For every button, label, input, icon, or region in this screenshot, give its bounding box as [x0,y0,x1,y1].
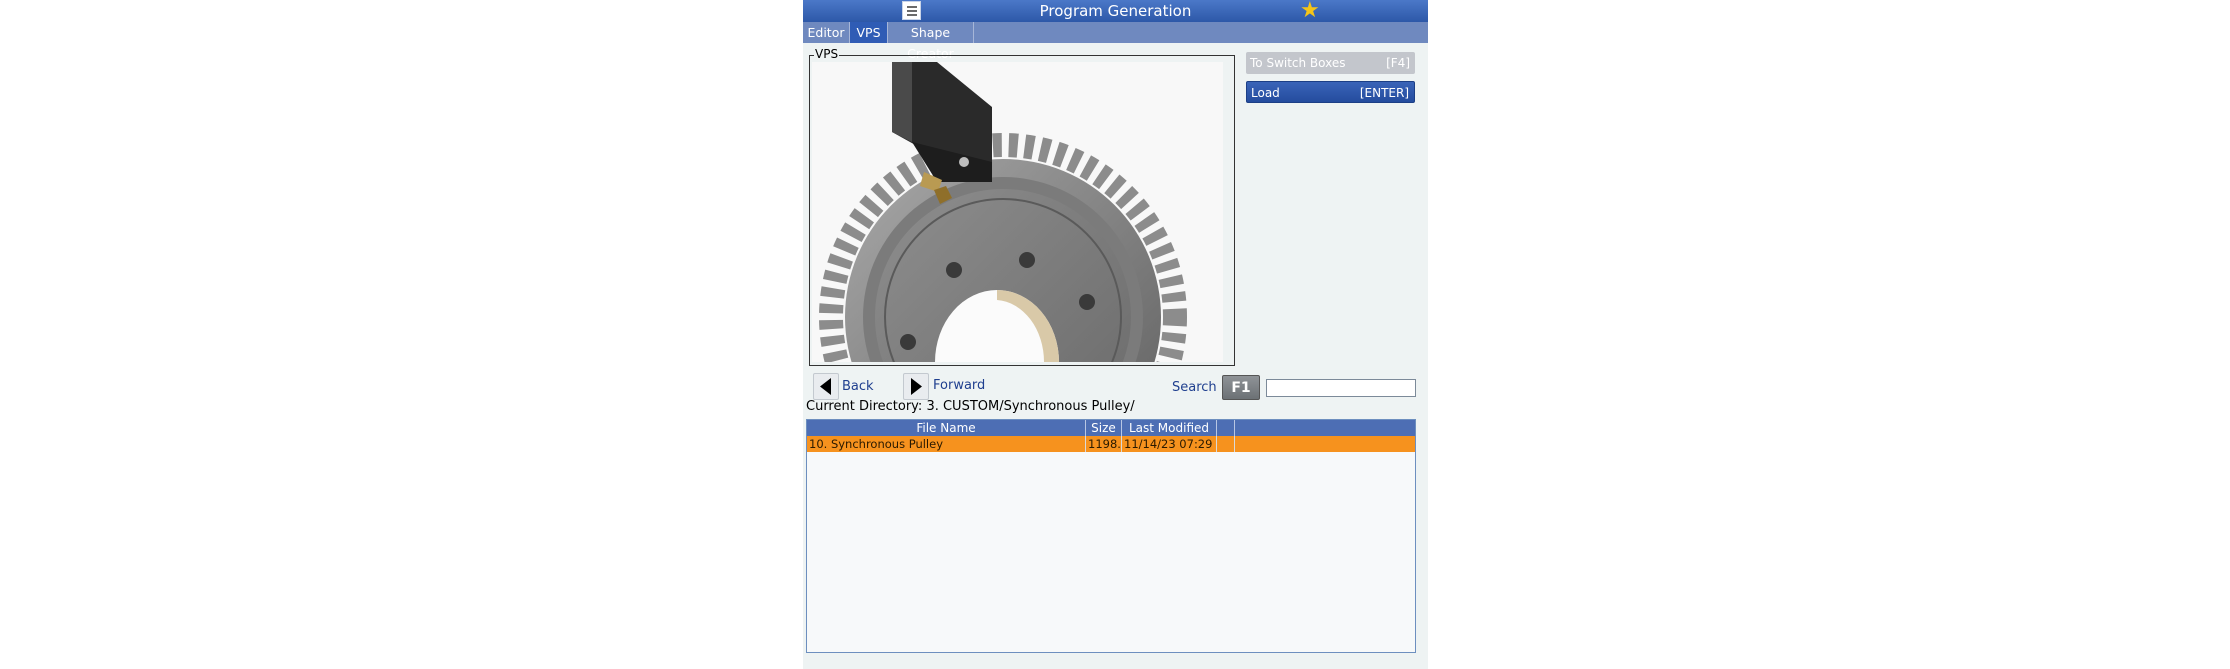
triangle-left-icon [820,378,831,395]
current-directory: Current Directory: 3. CUSTOM/Synchronous… [806,399,1135,414]
search-label: Search [1172,380,1217,395]
tab-bar: Editor VPS Shape Creator [803,22,1428,61]
forward-label[interactable]: Forward [933,378,985,393]
column-file-name[interactable]: File Name [807,420,1086,436]
back-arrow-button[interactable] [813,373,839,400]
tab-shape-creator[interactable]: Shape Creator [888,22,974,61]
pulley-cutting-illustration [812,62,1223,362]
to-switch-boxes-button[interactable]: To Switch Boxes [F4] [1246,52,1415,74]
title-bar: Program Generation ★ [803,0,1428,23]
back-label[interactable]: Back [842,379,874,394]
load-label: Load [1251,86,1280,100]
load-button[interactable]: Load [ENTER] [1246,81,1415,103]
vps-preview-panel: VPS [809,47,1235,366]
program-generation-window: Program Generation ★ Editor VPS Shape Cr… [803,0,1428,669]
forward-arrow-button[interactable] [903,373,929,400]
search-input[interactable] [1266,379,1416,397]
column-extra [1217,420,1235,436]
tab-vps[interactable]: VPS [850,22,888,43]
column-last-modified[interactable]: Last Modified [1122,420,1217,436]
switch-boxes-key: [F4] [1386,56,1410,70]
window-title: Program Generation [1039,2,1192,20]
switch-boxes-label: To Switch Boxes [1250,56,1346,70]
file-table-header: File Name Size Last Modified [807,420,1415,436]
file-size-cell: 1198... [1088,436,1122,452]
vps-preview-image [812,62,1223,362]
tab-editor[interactable]: Editor [803,22,850,43]
vps-panel-label: VPS [814,47,840,61]
search-f1-key[interactable]: F1 [1222,375,1260,400]
file-modified-cell: 11/14/23 07:29 [1122,436,1217,452]
file-table[interactable]: File Name Size Last Modified 10. Synchro… [806,419,1416,653]
file-extra-cell [1217,436,1235,452]
favorite-star-icon[interactable]: ★ [1300,0,1320,23]
triangle-right-icon [911,378,922,395]
column-size[interactable]: Size [1086,420,1122,436]
load-key: [ENTER] [1359,86,1409,100]
table-row[interactable]: 10. Synchronous Pulley 1198... 11/14/23 … [807,436,1415,452]
file-name-cell: 10. Synchronous Pulley [807,436,1086,452]
